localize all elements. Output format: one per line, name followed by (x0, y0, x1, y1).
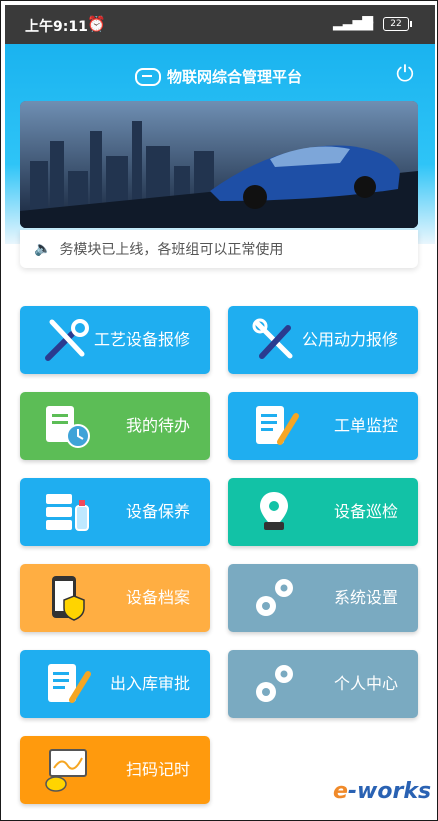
notice-bar: 🔈 务模块已上线，各班组可以正常使用 (20, 230, 418, 268)
wrench-screwdriver-icon (252, 318, 293, 359)
tile-equipment-maintenance[interactable]: 设备保养 (20, 478, 210, 546)
document-pencil-icon (256, 406, 299, 445)
tile-label: 我的待办 (125, 416, 190, 435)
tile-warehouse-approval[interactable]: 出入库审批 (20, 650, 210, 718)
document-pencil-icon (48, 664, 91, 703)
tile-work-order-monitor[interactable]: 工单监控 (228, 392, 418, 460)
banner-image (20, 101, 418, 228)
battery-icon: 22 (383, 17, 412, 31)
banner-illustration (20, 101, 418, 228)
tile-label: 出入库审批 (109, 674, 190, 693)
server-spray-icon (46, 494, 89, 531)
tile-equipment-inspection[interactable]: 设备巡检 (228, 478, 418, 546)
phone-shield-icon (52, 576, 85, 621)
gears-icon (256, 665, 293, 702)
tile-label: 工单监控 (333, 416, 398, 435)
location-pin-icon (260, 492, 288, 530)
tile-label: 设备档案 (125, 588, 190, 607)
page-title: 物联网综合管理平台 (167, 68, 303, 86)
wifi-icon: ◠ (361, 13, 375, 31)
clock: 上午9:11 (25, 19, 88, 35)
app-header: 物联网综合管理平台 (135, 66, 302, 87)
tile-utility-repair[interactable]: 公用动力报修 (228, 306, 418, 374)
tile-label: 工艺设备报修 (93, 330, 190, 349)
speaker-icon: 🔈 (34, 241, 52, 257)
phone-frame: 上午9:11 ⏰ ▂▃▅▇ ◠ 22 物联网综合管理平台 ⏻ 🔈 务模块已上线，… (0, 0, 438, 821)
tile-personal-center[interactable]: 个人中心 (228, 650, 418, 718)
tools-icon (45, 319, 89, 361)
watermark-e: e (333, 779, 348, 804)
tile-label: 设备巡检 (333, 502, 398, 521)
brand-watermark: e-works (333, 779, 431, 804)
notice-text: 务模块已上线，各班组可以正常使用 (59, 242, 284, 258)
logo-icon (135, 67, 161, 86)
tile-label: 系统设置 (333, 588, 398, 607)
tile-system-settings[interactable]: 系统设置 (228, 564, 418, 632)
power-icon[interactable]: ⏻ (393, 63, 417, 87)
tile-scan-timekeeping[interactable]: 扫码记时 (20, 736, 210, 804)
status-bar: 上午9:11 ⏰ ▂▃▅▇ ◠ 22 (5, 5, 435, 44)
tile-process-equipment-repair[interactable]: 工艺设备报修 (20, 306, 210, 374)
tile-my-todo[interactable]: 我的待办 (20, 392, 210, 460)
watermark-rest: -works (347, 779, 432, 804)
tile-equipment-archive[interactable]: 设备档案 (20, 564, 210, 632)
alarm-icon: ⏰ (87, 15, 106, 33)
tile-label: 扫码记时 (125, 760, 190, 779)
tile-label: 设备保养 (125, 502, 190, 521)
monitor-coin-icon (45, 749, 87, 792)
tile-label: 公用动力报修 (301, 330, 398, 349)
tile-label: 个人中心 (333, 674, 398, 693)
clipboard-clock-icon (46, 406, 90, 448)
gears-icon (256, 579, 293, 616)
